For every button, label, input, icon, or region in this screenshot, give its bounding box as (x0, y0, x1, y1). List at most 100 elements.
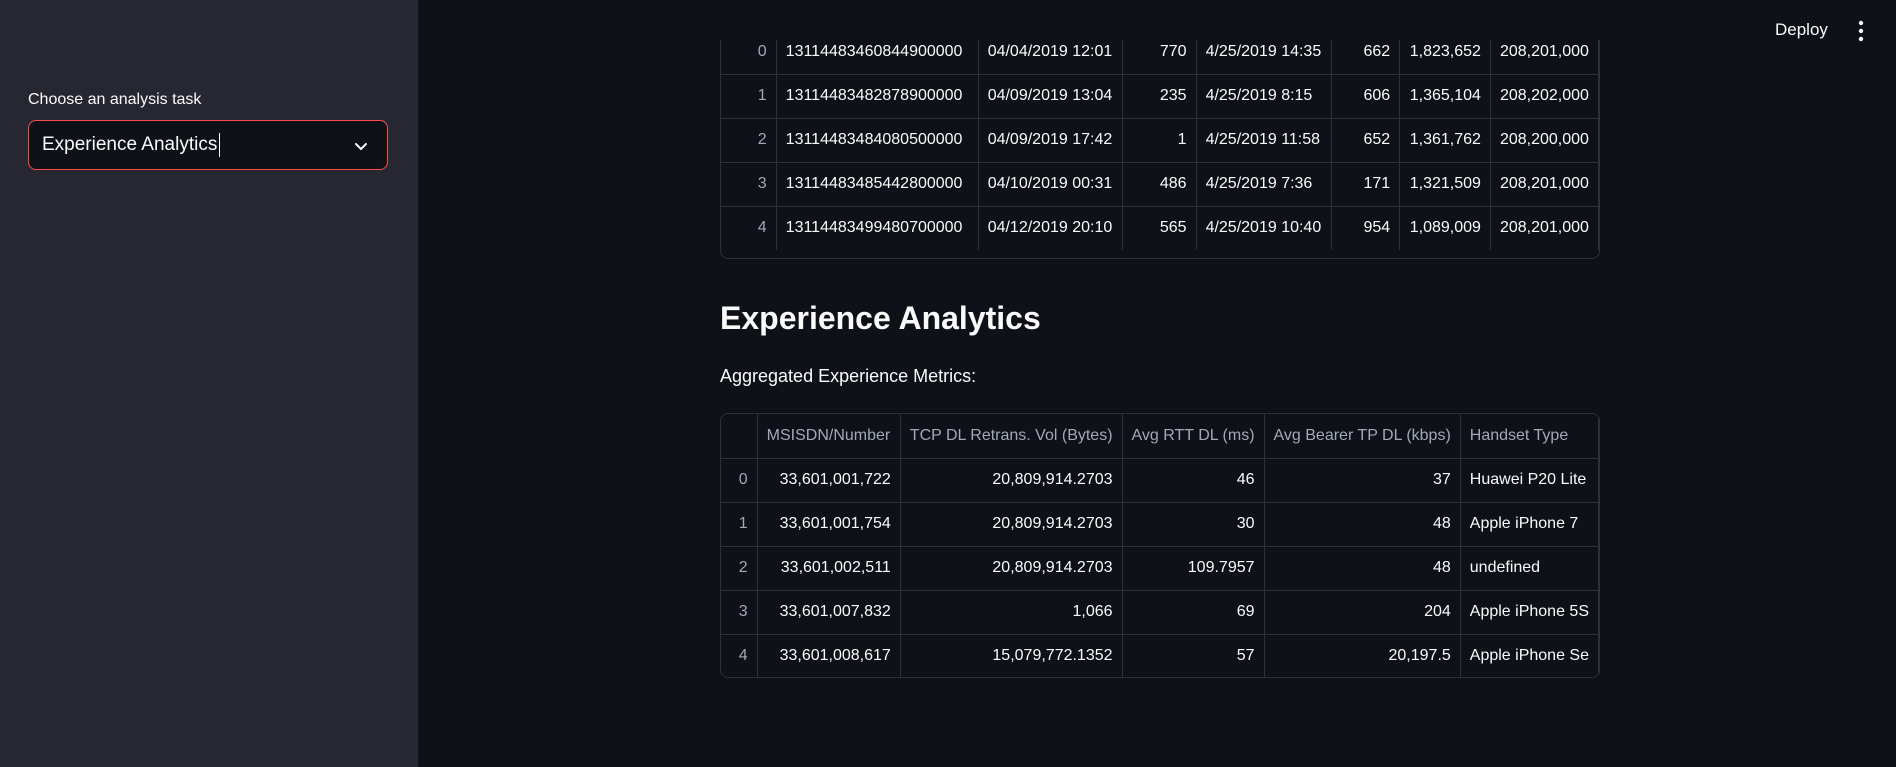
table-cell: 109.7957 (1122, 546, 1265, 591)
section-title: Experience Analytics (720, 300, 1041, 336)
sidebar: Choose an analysis task Experience Analy… (0, 0, 418, 767)
table-cell: Huawei P20 Lite (1460, 458, 1599, 503)
table-row: 0 33,601,001,722 20,809,914.2703 46 37 H… (721, 458, 1599, 503)
table-cell: 1,066 (900, 590, 1123, 635)
table-cell: 208,201,000 (1490, 40, 1599, 75)
table-cell: 04/04/2019 12:01 (978, 40, 1124, 75)
top-table: 0 13114483460844900000 04/04/2019 12:01 … (721, 40, 1599, 250)
column-header[interactable]: MSISDN/Number (757, 414, 901, 459)
table-cell: 33,601,002,511 (757, 546, 901, 591)
column-header[interactable]: Avg Bearer TP DL (kbps) (1264, 414, 1461, 459)
table-cell: 1,089,009 (1399, 206, 1491, 250)
table-cell: 20,809,914.2703 (900, 502, 1123, 547)
table-cell: 15,079,772.1352 (900, 634, 1123, 677)
table-cell: 1,361,762 (1399, 118, 1491, 163)
table-cell: 04/10/2019 00:31 (978, 162, 1124, 207)
table-row: 1 33,601,001,754 20,809,914.2703 30 48 A… (721, 502, 1599, 547)
row-index: 0 (721, 458, 758, 503)
task-select[interactable]: Experience Analytics (28, 120, 388, 170)
table-cell: 13114483485442800000 (776, 162, 979, 207)
table-cell: 565 (1122, 206, 1197, 250)
table-cell: 37 (1264, 458, 1461, 503)
column-header[interactable] (721, 414, 758, 459)
table-cell: 30 (1122, 502, 1265, 547)
table-cell: 33,601,008,617 (757, 634, 901, 677)
table-cell: Apple iPhone 7 (1460, 502, 1599, 547)
metrics-table: MSISDN/Number TCP DL Retrans. Vol (Bytes… (721, 414, 1599, 677)
table-cell: 208,202,000 (1490, 74, 1599, 119)
metrics-dataframe[interactable]: MSISDN/Number TCP DL Retrans. Vol (Bytes… (720, 413, 1600, 678)
table-cell: 235 (1122, 74, 1197, 119)
table-cell: 69 (1122, 590, 1265, 635)
table-cell: 486 (1122, 162, 1197, 207)
row-index: 4 (721, 206, 777, 250)
table-row: 0 13114483460844900000 04/04/2019 12:01 … (721, 40, 1599, 75)
table-row: 1 13114483482878900000 04/09/2019 13:04 … (721, 74, 1599, 119)
table-cell: undefined (1460, 546, 1599, 591)
table-cell: Apple iPhone 5S (1460, 590, 1599, 635)
chevron-down-icon[interactable] (351, 136, 371, 156)
text-caret (219, 133, 221, 157)
row-index: 4 (721, 634, 758, 677)
table-cell: 606 (1331, 74, 1401, 119)
table-cell: 171 (1331, 162, 1401, 207)
table-cell: 4/25/2019 8:15 (1196, 74, 1333, 119)
table-cell: 208,200,000 (1490, 118, 1599, 163)
table-cell: 20,809,914.2703 (900, 546, 1123, 591)
table-cell: 33,601,001,754 (757, 502, 901, 547)
table-cell: 1,823,652 (1399, 40, 1491, 75)
table-cell: 652 (1331, 118, 1401, 163)
top-dataframe[interactable]: 0 13114483460844900000 04/04/2019 12:01 … (720, 40, 1600, 259)
table-cell: Apple iPhone Se (1460, 634, 1599, 677)
table-cell: 13114483460844900000 (776, 40, 979, 75)
table-cell: 4/25/2019 14:35 (1196, 40, 1333, 75)
task-select-value: Experience Analytics (42, 134, 218, 155)
table-cell: 04/09/2019 13:04 (978, 74, 1124, 119)
table-cell: 1 (1122, 118, 1197, 163)
table-cell: 13114483484080500000 (776, 118, 979, 163)
column-header[interactable]: Avg RTT DL (ms) (1122, 414, 1265, 459)
row-index: 1 (721, 502, 758, 547)
task-select-label: Choose an analysis task (28, 91, 202, 108)
table-cell: 04/12/2019 20:10 (978, 206, 1124, 250)
table-cell: 33,601,001,722 (757, 458, 901, 503)
column-header[interactable]: Handset Type (1460, 414, 1599, 459)
table-cell: 04/09/2019 17:42 (978, 118, 1124, 163)
table-cell: 20,809,914.2703 (900, 458, 1123, 503)
table-row: 3 13114483485442800000 04/10/2019 00:31 … (721, 162, 1599, 207)
table-row: 4 13114483499480700000 04/12/2019 20:10 … (721, 206, 1599, 250)
table-cell: 208,201,000 (1490, 162, 1599, 207)
column-header[interactable]: TCP DL Retrans. Vol (Bytes) (900, 414, 1123, 459)
table-cell: 770 (1122, 40, 1197, 75)
row-index: 2 (721, 546, 758, 591)
table-cell: 48 (1264, 546, 1461, 591)
table-cell: 208,201,000 (1490, 206, 1599, 250)
table-row: 2 33,601,002,511 20,809,914.2703 109.795… (721, 546, 1599, 591)
deploy-button[interactable]: Deploy (1775, 20, 1828, 40)
table-cell: 46 (1122, 458, 1265, 503)
table-row: 2 13114483484080500000 04/09/2019 17:42 … (721, 118, 1599, 163)
vertical-dots-icon[interactable] (1854, 18, 1868, 44)
row-index: 3 (721, 162, 777, 207)
table-cell: 1,321,509 (1399, 162, 1491, 207)
table-cell: 48 (1264, 502, 1461, 547)
row-index: 1 (721, 74, 777, 119)
row-index: 2 (721, 118, 777, 163)
table-row: 4 33,601,008,617 15,079,772.1352 57 20,1… (721, 634, 1599, 677)
row-index: 0 (721, 40, 777, 75)
table-cell: 13114483499480700000 (776, 206, 979, 250)
table-cell: 57 (1122, 634, 1265, 677)
table-cell: 4/25/2019 11:58 (1196, 118, 1333, 163)
table-row: 3 33,601,007,832 1,066 69 204 Apple iPho… (721, 590, 1599, 635)
table-cell: 13114483482878900000 (776, 74, 979, 119)
table-cell: 4/25/2019 10:40 (1196, 206, 1333, 250)
table-header-row: MSISDN/Number TCP DL Retrans. Vol (Bytes… (721, 414, 1599, 459)
row-index: 3 (721, 590, 758, 635)
table-cell: 4/25/2019 7:36 (1196, 162, 1333, 207)
table-cell: 204 (1264, 590, 1461, 635)
table-cell: 33,601,007,832 (757, 590, 901, 635)
table-cell: 662 (1331, 40, 1401, 75)
table-cell: 1,365,104 (1399, 74, 1491, 119)
table-cell: 954 (1331, 206, 1401, 250)
section-subtitle: Aggregated Experience Metrics: (720, 366, 977, 386)
